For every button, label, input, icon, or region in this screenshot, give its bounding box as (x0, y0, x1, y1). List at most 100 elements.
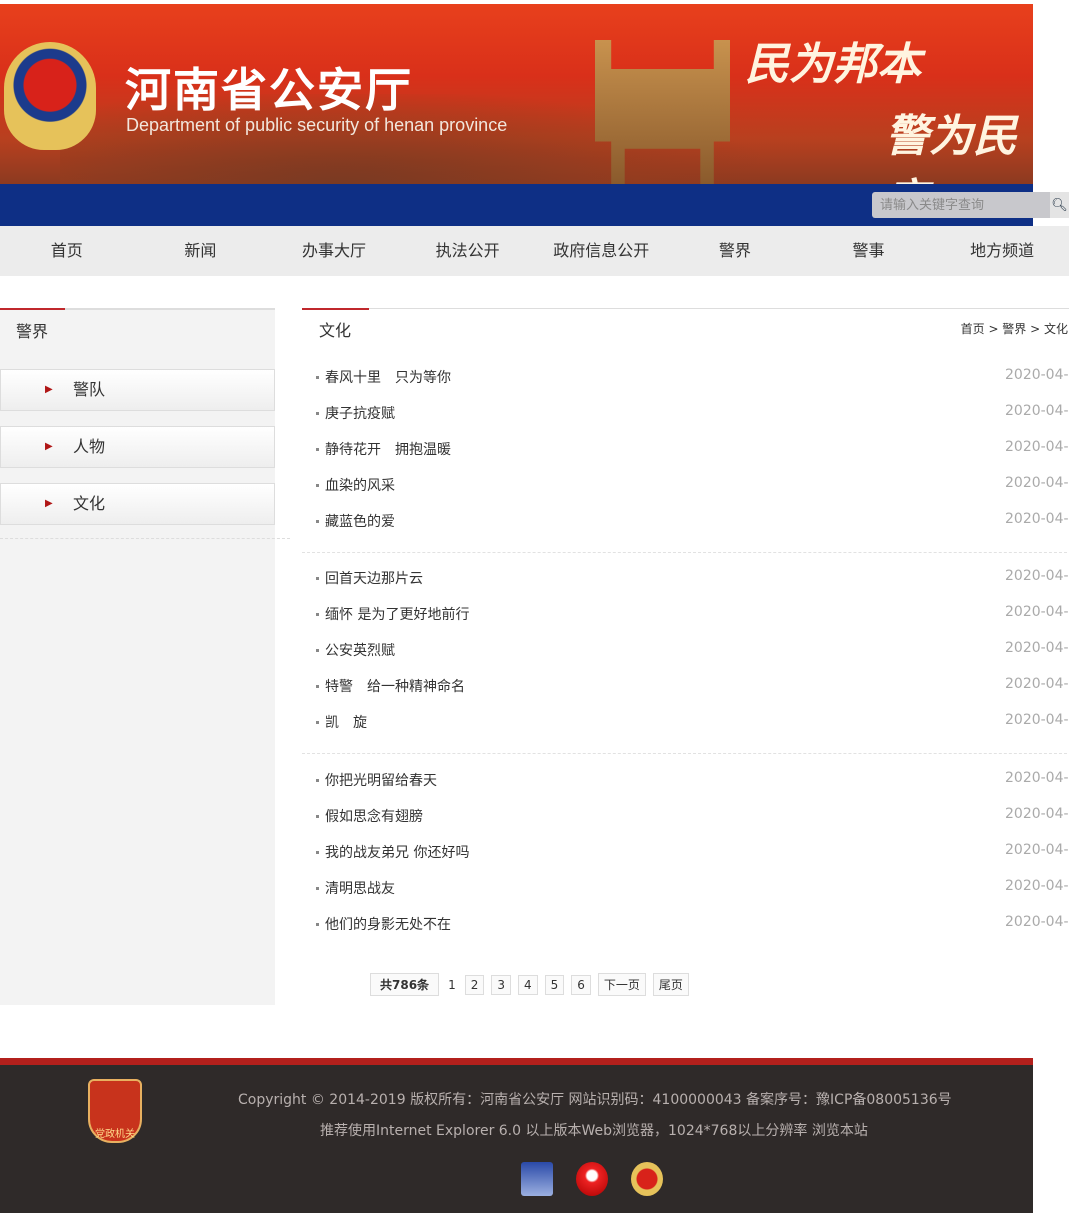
list-item[interactable]: 假如思念有翅膀 2020-04-0 (316, 806, 1069, 830)
list-item[interactable]: 我的战友弟兄 你还好吗 2020-04-0 (316, 842, 1069, 866)
bullet-icon (316, 851, 319, 854)
article-title[interactable]: 公安英烈赋 (325, 640, 395, 660)
arrow-right-icon: ▶ (45, 441, 53, 452)
party-gov-logo-icon[interactable]: 党政机关 (88, 1079, 142, 1143)
bullet-icon (316, 923, 319, 926)
article-title[interactable]: 春风十里 只为等你 (325, 367, 451, 387)
article-title[interactable]: 缅怀 是为了更好地前行 (325, 604, 469, 624)
page-link[interactable]: 4 (517, 974, 538, 995)
arrow-right-icon: ▶ (45, 498, 53, 509)
search-input[interactable] (872, 192, 1050, 218)
sidebar-item-label: 人物 (73, 437, 106, 456)
article-date: 2020-04-2 (1005, 367, 1069, 383)
article-date: 2020-04-2 (1005, 640, 1069, 656)
footer: 党政机关 Copyright © 2014-2019 版权所有：河南省公安厅 网… (0, 1058, 1033, 1213)
article-date: 2020-04-0 (1005, 914, 1069, 930)
nav-police-affairs[interactable]: 警事 (802, 226, 936, 276)
sidebar: 警界 ▶ 警队 ▶ 人物 ▶ 文化 (0, 308, 290, 1005)
bullet-icon (316, 613, 319, 616)
article-title[interactable]: 特警 给一种精神命名 (325, 676, 465, 696)
list-item[interactable]: 血染的风采 2020-04-2 (316, 475, 1069, 499)
page-link[interactable]: 6 (571, 974, 591, 995)
divider (0, 538, 290, 539)
article-date: 2020-04-0 (1005, 842, 1069, 858)
page-link[interactable]: 3 (491, 974, 511, 995)
article-date: 2020-04-2 (1005, 511, 1069, 527)
next-page-button[interactable]: 下一页 (597, 973, 646, 996)
article-title[interactable]: 清明思战友 (325, 878, 395, 898)
bullet-icon (316, 520, 319, 523)
section-title: 文化 (319, 321, 352, 340)
list-item[interactable]: 缅怀 是为了更好地前行 2020-04-2 (316, 604, 1069, 628)
list-item[interactable]: 他们的身影无处不在 2020-04-0 (316, 914, 1069, 938)
cyber-police-icon[interactable] (521, 1162, 553, 1196)
page-link[interactable]: 2 (464, 974, 485, 995)
main-nav: 首页 新闻 办事大厅 执法公开 政府信息公开 警界 警事 地方频道 (0, 226, 1069, 276)
sidebar-item-people[interactable]: ▶ 人物 (0, 426, 275, 468)
search-button[interactable]: 🔍︎ (1050, 192, 1069, 218)
list-item[interactable]: 回首天边那片云 2020-04-2 (316, 568, 1069, 592)
article-title[interactable]: 假如思念有翅膀 (325, 806, 423, 826)
article-date: 2020-04-2 (1005, 403, 1069, 419)
list-item[interactable]: 庚子抗疫赋 2020-04-2 (316, 403, 1069, 427)
bullet-icon (316, 484, 319, 487)
nav-law-enforcement[interactable]: 执法公开 (401, 226, 535, 276)
header-banner: 河南省公安厅 Department of public security of … (0, 4, 1033, 184)
article-title[interactable]: 静待花开 拥抱温暖 (325, 439, 451, 459)
logo-text: 党政机关 (95, 1129, 135, 1140)
article-date: 2020-04-2 (1005, 676, 1069, 692)
bullet-icon (316, 721, 319, 724)
article-title[interactable]: 他们的身影无处不在 (325, 914, 451, 934)
copyright-text: Copyright © 2014-2019 版权所有：河南省公安厅 网站识别码：… (238, 1092, 952, 1108)
nav-home[interactable]: 首页 (0, 226, 134, 276)
last-page-button[interactable]: 尾页 (652, 973, 689, 996)
list-item[interactable]: 春风十里 只为等你 2020-04-2 (316, 367, 1069, 391)
article-title[interactable]: 你把光明留给春天 (325, 770, 437, 790)
article-title[interactable]: 血染的风采 (325, 475, 395, 495)
browser-note: 推荐使用Internet Explorer 6.0 以上版本Web浏览器，102… (320, 1123, 868, 1139)
nav-gov-info[interactable]: 政府信息公开 (535, 226, 669, 276)
list-item[interactable]: 公安英烈赋 2020-04-2 (316, 640, 1069, 664)
article-date: 2020-04-0 (1005, 806, 1069, 822)
article-title[interactable]: 回首天边那片云 (325, 568, 423, 588)
bullet-icon (316, 577, 319, 580)
page-current: 1 (448, 977, 456, 992)
alert-lamp-icon[interactable] (576, 1162, 608, 1196)
search-icon: 🔍︎ (1051, 197, 1068, 213)
sidebar-item-team[interactable]: ▶ 警队 (0, 369, 275, 411)
bullet-icon (316, 376, 319, 379)
nav-service-hall[interactable]: 办事大厅 (267, 226, 401, 276)
sidebar-item-label: 文化 (73, 494, 106, 513)
nav-police-world[interactable]: 警界 (668, 226, 802, 276)
bullet-icon (316, 887, 319, 890)
nav-local-channels[interactable]: 地方频道 (935, 226, 1069, 276)
list-item[interactable]: 特警 给一种精神命名 2020-04-2 (316, 676, 1069, 700)
police-badge-icon[interactable] (631, 1162, 663, 1196)
bullet-icon (316, 815, 319, 818)
list-item[interactable]: 静待花开 拥抱温暖 2020-04-2 (316, 439, 1069, 463)
police-emblem-icon[interactable] (4, 42, 96, 150)
search-box: 🔍︎ (872, 192, 1069, 218)
bullet-icon (316, 412, 319, 415)
article-title[interactable]: 庚子抗疫赋 (325, 403, 395, 423)
sidebar-item-culture[interactable]: ▶ 文化 (0, 483, 275, 525)
nav-news[interactable]: 新闻 (134, 226, 268, 276)
site-title: 河南省公安厅 (125, 63, 413, 117)
article-title[interactable]: 藏蓝色的爱 (325, 511, 395, 531)
list-item[interactable]: 清明思战友 2020-04-0 (316, 878, 1069, 902)
page-link[interactable]: 5 (544, 974, 565, 995)
list-item[interactable]: 凯 旋 2020-04-2 (316, 712, 1069, 736)
article-date: 2020-04-2 (1005, 712, 1069, 728)
sidebar-title: 警界 (16, 322, 49, 341)
arrow-right-icon: ▶ (45, 384, 53, 395)
list-item[interactable]: 藏蓝色的爱 2020-04-2 (316, 511, 1069, 535)
pagination: 共786条 1 2 3 4 5 6 下一页 尾页 (370, 973, 689, 996)
article-title[interactable]: 我的战友弟兄 你还好吗 (325, 842, 469, 862)
divider (302, 753, 1069, 754)
list-item[interactable]: 你把光明留给春天 2020-04-0 (316, 770, 1069, 794)
bullet-icon (316, 779, 319, 782)
breadcrumb[interactable]: 首页 > 警界 > 文化 (961, 320, 1068, 337)
article-title[interactable]: 凯 旋 (325, 712, 367, 732)
bullet-icon (316, 649, 319, 652)
article-date: 2020-04-2 (1005, 475, 1069, 491)
